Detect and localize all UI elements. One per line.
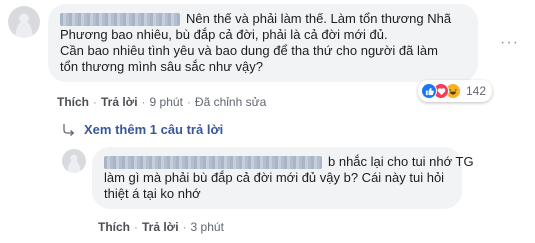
reply-bubble: b nhắc lại cho tui nhớ TG làm gì mà phải… xyxy=(92,147,474,209)
comment-text-line: Cần bao nhiêu tình yêu và bao dung để th… xyxy=(60,43,438,58)
like-link[interactable]: Thích xyxy=(57,95,89,109)
reaction-summary[interactable]: 142 xyxy=(418,80,493,102)
reply-text-line: b nhắc lại cho tui nhớ TG xyxy=(328,154,474,169)
reply-link[interactable]: Trả lời xyxy=(142,220,179,234)
comment-timestamp[interactable]: 9 phút xyxy=(150,95,183,109)
like-icon xyxy=(421,83,437,99)
separator-dot: · xyxy=(182,220,187,234)
comment-text-line: Phương bao nhiêu, bù đắp cả đời, phải là… xyxy=(60,27,388,42)
view-more-replies-label: Xem thêm 1 câu trả lời xyxy=(84,122,224,137)
commenter-avatar[interactable] xyxy=(8,6,40,38)
replier-avatar[interactable] xyxy=(62,149,86,173)
comment-options-icon[interactable]: ··· xyxy=(500,34,519,52)
comment-text-line: Nên thế và phải làm thế. Làm tổn thương … xyxy=(186,11,452,26)
reply-timestamp[interactable]: 3 phút xyxy=(191,220,224,234)
reply-text-line: làm gì mà phải bù đắp cả đời mới đủ vậy … xyxy=(104,170,445,185)
comment-bubble: Nên thế và phải làm thế. Làm tổn thương … xyxy=(48,4,478,82)
separator-dot: · xyxy=(93,95,97,109)
replier-name-redacted[interactable] xyxy=(104,156,322,170)
reply-text-line: thiệt á tại ko nhớ xyxy=(104,186,201,201)
reply-link[interactable]: Trả lời xyxy=(101,95,138,109)
separator-dot: · xyxy=(186,95,191,109)
reply-arrow-icon xyxy=(63,123,75,136)
reaction-count: 142 xyxy=(466,84,487,98)
edited-label[interactable]: Đã chỉnh sửa xyxy=(195,95,266,109)
commenter-name-redacted[interactable] xyxy=(60,13,180,27)
comment-text-line: tổn thương mình sâu sắc như vậy? xyxy=(60,59,263,74)
view-more-replies-link[interactable]: Xem thêm 1 câu trả lời xyxy=(62,122,223,137)
separator-dot: · xyxy=(134,220,138,234)
comment-actions: Thích · Trả lời · 9 phút · Đã chỉnh sửa xyxy=(57,95,266,109)
reply-actions: Thích · Trả lời · 3 phút xyxy=(98,220,224,234)
like-link[interactable]: Thích xyxy=(98,220,130,234)
separator-dot: · xyxy=(141,95,146,109)
